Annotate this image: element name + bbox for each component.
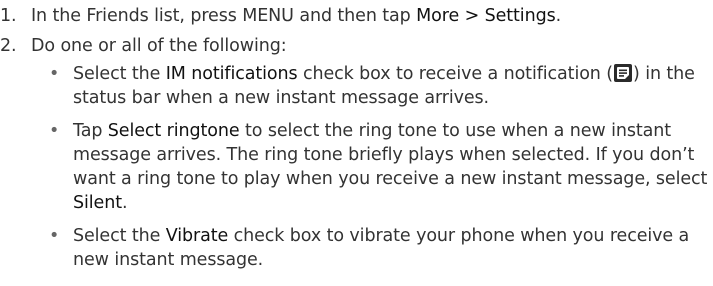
option-im-notifications: • Select the IM notifications check box …: [31, 62, 713, 110]
ui-term-im-notifications: IM notifications: [165, 64, 298, 84]
step-number: 2.: [0, 36, 17, 56]
step-text-part: In the Friends list, press MENU and then…: [31, 6, 417, 26]
step-text-part: .: [555, 6, 562, 26]
step-text: In the Friends list, press MENU and then…: [31, 6, 561, 26]
bullet-text-part: .: [121, 193, 128, 213]
bullet-text-part: check box to receive a notification (: [297, 64, 613, 84]
ui-term-silent: Silent: [73, 193, 122, 213]
bullet-marker: •: [49, 121, 60, 141]
step-text: Do one or all of the following:: [31, 36, 287, 56]
option-vibrate: • Select the Vibrate check box to vibrat…: [31, 224, 713, 272]
bullet-text-part: Tap: [73, 121, 108, 141]
instructions: 1. In the Friends list, press MENU and t…: [0, 4, 713, 281]
step-2: 2. Do one or all of the following: • Sel…: [0, 34, 713, 272]
option-select-ringtone: • Tap Select ringtone to select the ring…: [31, 119, 713, 215]
bullet-marker: •: [49, 64, 60, 84]
ui-term-more-settings: More > Settings: [416, 6, 556, 26]
step-1: 1. In the Friends list, press MENU and t…: [0, 4, 713, 28]
bullet-text-part: Select the: [73, 226, 166, 246]
option-list: • Select the IM notifications check box …: [31, 62, 713, 272]
ui-term-select-ringtone: Select ringtone: [107, 121, 240, 141]
bullet-marker: •: [49, 226, 60, 246]
bullet-text-part: Select the: [73, 64, 166, 84]
message-notification-icon: [614, 64, 632, 82]
ui-term-vibrate: Vibrate: [165, 226, 229, 246]
step-number: 1.: [0, 6, 17, 26]
